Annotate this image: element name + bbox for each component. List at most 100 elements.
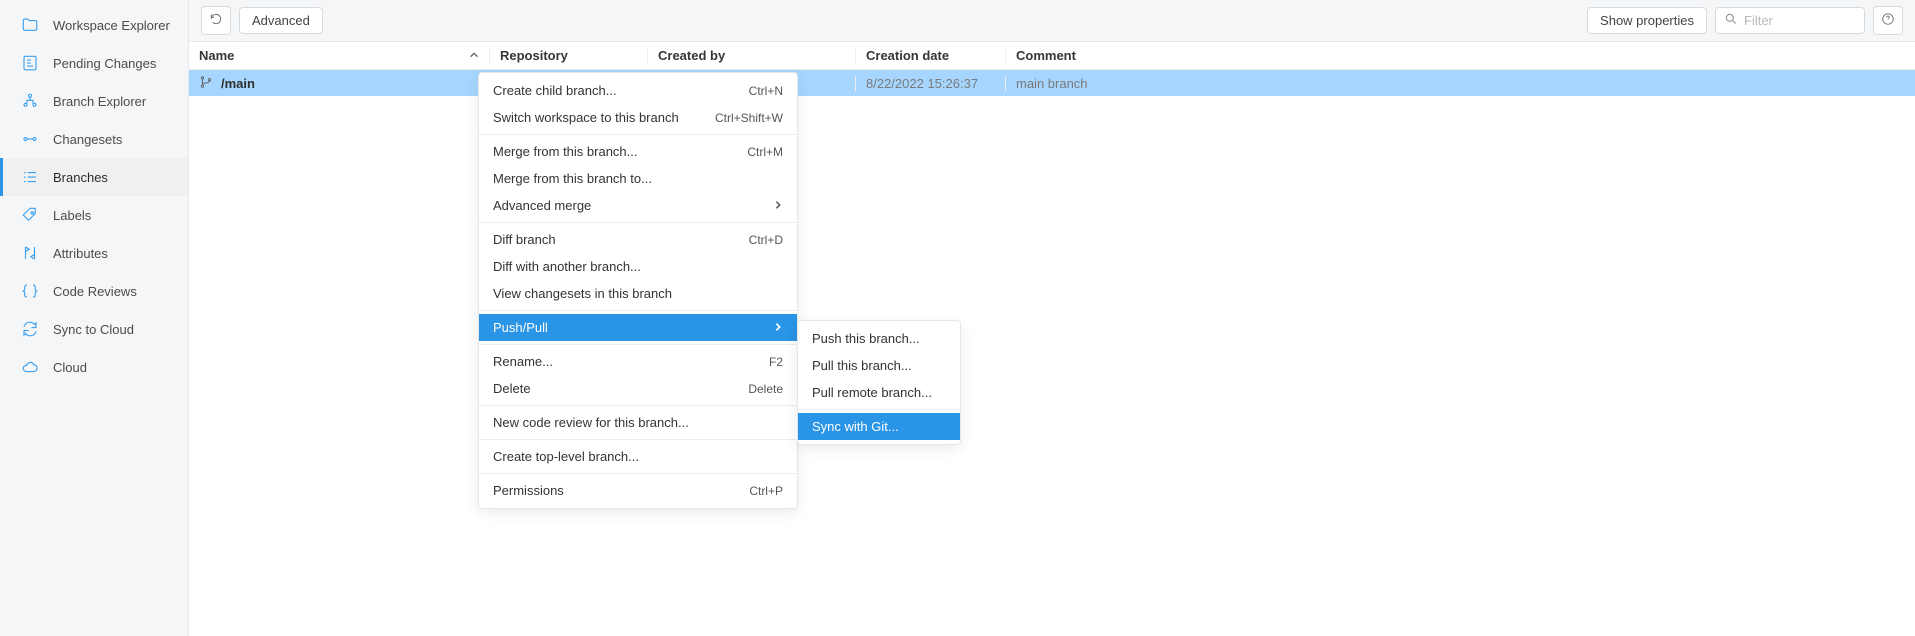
rows-area: /main 8/22/2022 15:26:37 main branch [189,70,1915,636]
menu-item-label: Permissions [493,483,564,498]
menu-item[interactable]: DeleteDelete [479,375,797,402]
tag-icon [21,206,39,224]
side-attributes[interactable]: Attributes [0,234,188,272]
menu-shortcut: Ctrl+M [747,145,783,159]
braces-icon [21,282,39,300]
menu-item-label: View changesets in this branch [493,286,672,301]
sidebar-item-label: Labels [53,208,91,223]
advanced-button[interactable]: Advanced [239,7,323,34]
column-headers: Name Repository Created by Creation date… [189,42,1915,70]
menu-item[interactable]: Diff with another branch... [479,253,797,280]
column-label: Name [199,48,234,63]
branch-icon [199,75,213,92]
list-icon [21,168,39,186]
sort-asc-icon [469,48,479,63]
branch-date: 8/22/2022 15:26:37 [855,76,1005,91]
table-row[interactable]: /main 8/22/2022 15:26:37 main branch [189,70,1915,96]
side-cloud[interactable]: Cloud [0,348,188,386]
sidebar-item-label: Sync to Cloud [53,322,134,337]
menu-item[interactable]: Push this branch... [798,325,960,352]
menu-item[interactable]: Merge from this branch to... [479,165,797,192]
menu-item-label: Pull this branch... [812,358,912,373]
menu-shortcut: Ctrl+P [749,484,783,498]
side-workspace-explorer[interactable]: Workspace Explorer [0,6,188,44]
side-branches[interactable]: Branches [0,158,188,196]
menu-item-label: Merge from this branch... [493,144,638,159]
menu-item[interactable]: Switch workspace to this branch Ctrl+Shif… [479,104,797,131]
menu-item[interactable]: Advanced merge [479,192,797,219]
menu-separator [479,344,797,345]
sidebar-item-label: Code Reviews [53,284,137,299]
cloud-icon [21,358,39,376]
branch-comment: main branch [1005,76,1855,91]
menu-item[interactable]: Pull remote branch... [798,379,960,406]
menu-item-label: Merge from this branch to... [493,171,652,186]
sidebar-item-label: Pending Changes [53,56,156,71]
menu-item-label: Create child branch... [493,83,617,98]
menu-item[interactable]: Sync with Git... [798,413,960,440]
column-creation-date[interactable]: Creation date [855,48,1005,63]
menu-item[interactable]: Permissions Ctrl+P [479,477,797,504]
sidebar-item-label: Cloud [53,360,87,375]
menu-item-label: Delete [493,381,531,396]
tree-icon [21,92,39,110]
menu-item[interactable]: Merge from this branch... Ctrl+M [479,138,797,165]
column-comment[interactable]: Comment [1005,48,1855,63]
help-button[interactable] [1873,6,1903,35]
column-created-by[interactable]: Created by [647,48,855,63]
diff-icon [21,54,39,72]
side-sync-cloud[interactable]: Sync to Cloud [0,310,188,348]
side-changesets[interactable]: Changesets [0,120,188,158]
sidebar-item-label: Branches [53,170,108,185]
menu-item[interactable]: Pull this branch... [798,352,960,379]
menu-item-label: Push this branch... [812,331,920,346]
sidebar-item-label: Attributes [53,246,108,261]
menu-item-label: Diff branch [493,232,556,247]
menu-separator [479,222,797,223]
side-labels[interactable]: Labels [0,196,188,234]
chevron-right-icon [773,198,783,213]
menu-item[interactable]: View changesets in this branch [479,280,797,307]
sync-icon [21,320,39,338]
menu-item-label: Rename... [493,354,553,369]
menu-item[interactable]: Create top-level branch... [479,443,797,470]
menu-item[interactable]: Diff branch Ctrl+D [479,226,797,253]
main: Advanced Show properties Name Repository… [189,0,1915,636]
menu-item-label: Sync with Git... [812,419,899,434]
menu-item[interactable]: New code review for this branch... [479,409,797,436]
menu-shortcut: F2 [769,355,783,369]
menu-item-label: Advanced merge [493,198,591,213]
side-code-reviews[interactable]: Code Reviews [0,272,188,310]
folder-icon [21,16,39,34]
menu-item[interactable]: Push/Pull [479,314,797,341]
menu-item[interactable]: Rename... F2 [479,348,797,375]
sidebar-item-label: Workspace Explorer [53,18,170,33]
menu-item-label: Switch workspace to this branch [493,110,679,125]
menu-shortcut: Ctrl+N [749,84,783,98]
menu-item-label: Pull remote branch... [812,385,932,400]
search-icon [1724,12,1738,29]
sidebar-item-label: Branch Explorer [53,94,146,109]
menu-shortcut: Ctrl+D [749,233,783,247]
column-name[interactable]: Name [189,48,489,63]
menu-shortcut: Ctrl+Shift+W [715,111,783,125]
show-properties-button[interactable]: Show properties [1587,7,1707,34]
toolbar: Advanced Show properties [189,0,1915,42]
menu-item-label: Diff with another branch... [493,259,641,274]
filter-box[interactable] [1715,7,1865,34]
sidebar: Workspace Explorer Pending Changes Branc… [0,0,189,636]
chevron-right-icon [773,320,783,335]
menu-item-label: Create top-level branch... [493,449,639,464]
menu-separator [479,310,797,311]
attributes-icon [21,244,39,262]
column-repository[interactable]: Repository [489,48,647,63]
menu-item-label: Push/Pull [493,320,548,335]
side-pending-changes[interactable]: Pending Changes [0,44,188,82]
menu-item[interactable]: Create child branch... Ctrl+N [479,77,797,104]
menu-item-label: New code review for this branch... [493,415,689,430]
side-branch-explorer[interactable]: Branch Explorer [0,82,188,120]
changesets-icon [21,130,39,148]
submenu-push-pull: Push this branch... Pull this branch... Pu… [797,320,961,445]
refresh-button[interactable] [201,6,231,35]
filter-input[interactable] [1744,13,1856,28]
